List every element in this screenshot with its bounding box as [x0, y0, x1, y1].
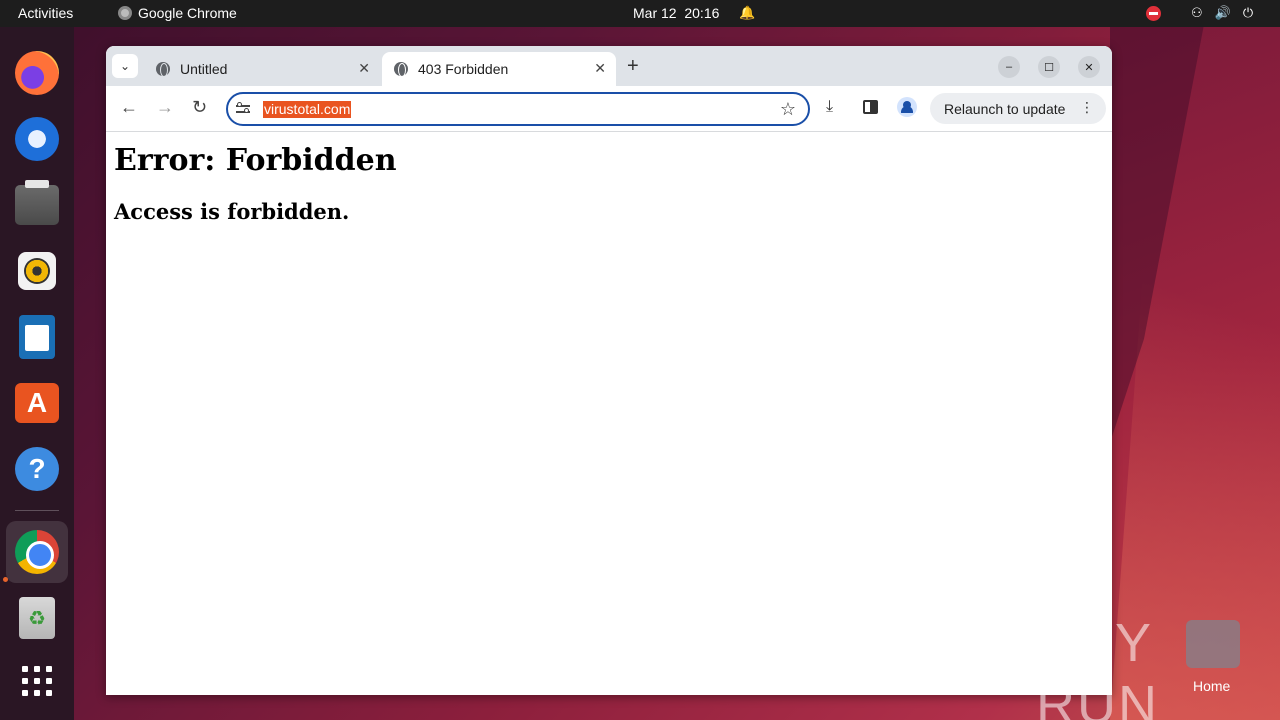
address-bar[interactable]: virustotal.com ☆ — [226, 92, 810, 126]
browser-toolbar: ← → ↻ virustotal.com ☆ ⤓ Relaunch to upd… — [106, 86, 1112, 132]
minimize-button[interactable]: – — [998, 56, 1020, 78]
tab-title: 403 Forbidden — [418, 61, 509, 77]
close-icon[interactable]: ✕ — [594, 60, 606, 77]
download-icon[interactable]: ⤓ — [826, 98, 833, 116]
globe-icon — [394, 62, 408, 77]
clock-date: Mar 12 — [633, 5, 677, 21]
tab-strip: ⌄ Untitled ✕ 403 Forbidden ✕ + – ☐ ✕ — [106, 46, 1112, 86]
app-menu[interactable]: Google Chrome — [118, 5, 237, 21]
dock-libreoffice-writer[interactable] — [6, 306, 68, 368]
tab-403-forbidden[interactable]: 403 Forbidden ✕ — [382, 52, 616, 86]
network-icon[interactable]: ⚇ — [1191, 5, 1203, 21]
relaunch-label: Relaunch to update — [944, 100, 1066, 117]
dock-google-chrome[interactable] — [6, 521, 68, 583]
activities-button[interactable]: Activities — [18, 5, 73, 21]
firefox-icon — [15, 51, 59, 95]
home-label[interactable]: Home — [1193, 678, 1230, 694]
help-icon: ? — [15, 447, 59, 491]
rhythmbox-icon — [18, 252, 56, 290]
dock-thunderbird[interactable] — [6, 108, 68, 170]
dock-app-center[interactable]: A — [6, 372, 68, 434]
maximize-button[interactable]: ☐ — [1038, 56, 1060, 78]
bookmark-star-icon[interactable]: ☆ — [780, 99, 796, 120]
dock-show-apps[interactable] — [6, 650, 68, 712]
window-close-button[interactable]: ✕ — [1078, 56, 1100, 78]
app-menu-label: Google Chrome — [138, 5, 237, 21]
chrome-icon — [118, 6, 132, 20]
relaunch-to-update-button[interactable]: Relaunch to update ⋮ — [930, 93, 1106, 124]
dock-help[interactable]: ? — [6, 438, 68, 500]
clock[interactable]: Mar 12 20:16 — [633, 5, 719, 21]
profile-icon[interactable] — [897, 97, 917, 117]
dock: A ? ♻ — [0, 27, 74, 720]
tab-title: Untitled — [180, 61, 228, 77]
writer-icon — [19, 315, 55, 359]
dock-firefox[interactable] — [6, 42, 68, 104]
back-button[interactable]: ← — [120, 97, 138, 118]
power-icon[interactable]: ⏻ — [1243, 5, 1253, 21]
site-info-icon[interactable] — [236, 101, 252, 117]
clock-time: 20:16 — [684, 5, 720, 21]
url-text[interactable]: virustotal.com — [263, 101, 352, 118]
new-tab-button[interactable]: + — [627, 55, 639, 78]
close-icon[interactable]: ✕ — [358, 60, 370, 77]
dock-trash[interactable]: ♻ — [6, 587, 68, 649]
app-center-icon: A — [15, 383, 59, 423]
page-heading: Error: Forbidden — [114, 143, 397, 178]
thunderbird-icon — [15, 117, 59, 161]
top-bar: Activities Google Chrome Mar 12 20:16 🔔 … — [0, 0, 1280, 27]
tab-search-button[interactable]: ⌄ — [112, 54, 138, 78]
system-tray[interactable]: ⚇ 🔊 ⏻ — [1146, 5, 1253, 21]
dock-rhythmbox[interactable] — [6, 240, 68, 302]
forward-button[interactable]: → — [156, 97, 174, 118]
trash-icon: ♻ — [19, 597, 55, 639]
volume-icon[interactable]: 🔊 — [1215, 5, 1231, 21]
files-icon — [15, 180, 59, 225]
notification-bell-icon[interactable]: 🔔 — [739, 5, 755, 21]
dock-files[interactable] — [6, 174, 68, 236]
chrome-icon — [15, 530, 59, 574]
page-content: Error: Forbidden Access is forbidden. — [106, 133, 1112, 695]
dock-separator — [15, 510, 59, 511]
chevron-down-icon: ⌄ — [119, 59, 131, 73]
browser-window: ⌄ Untitled ✕ 403 Forbidden ✕ + – ☐ ✕ ← →… — [106, 46, 1112, 695]
more-menu-icon[interactable]: ⋮ — [1080, 99, 1094, 116]
do-not-disturb-icon[interactable] — [1146, 5, 1161, 21]
reload-button[interactable]: ↻ — [192, 97, 207, 118]
show-apps-icon — [22, 666, 52, 696]
watermark: ANY RUN — [1036, 613, 1159, 720]
page-subheading: Access is forbidden. — [114, 199, 350, 224]
tab-untitled[interactable]: Untitled ✕ — [144, 52, 380, 86]
globe-icon — [156, 62, 170, 77]
side-panel-icon[interactable] — [863, 100, 878, 114]
